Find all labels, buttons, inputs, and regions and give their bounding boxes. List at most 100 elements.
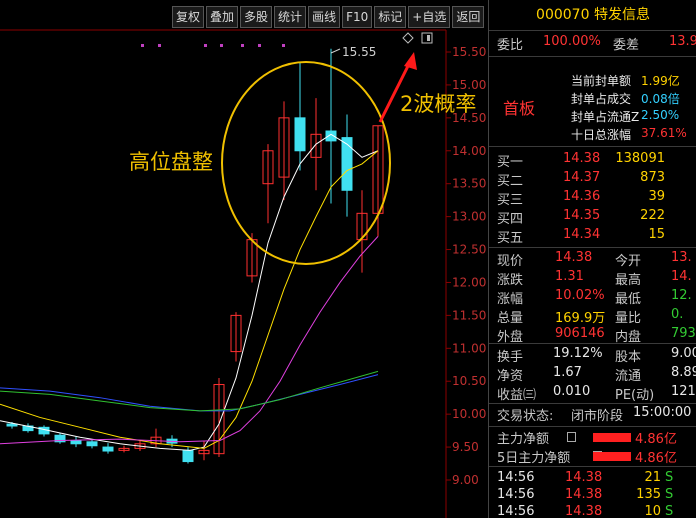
- price-axis-label: 10.50: [452, 374, 486, 388]
- bid-row: 买一 14.38 138091: [489, 151, 696, 171]
- top-marker-dot: [220, 44, 223, 47]
- fundamental-value: 9.00: [671, 346, 696, 361]
- quote-label: 涨幅: [497, 292, 524, 307]
- quote-value: 14.38: [555, 250, 593, 265]
- fundamental-row: 收益㈢ 0.010 PE(动) 121.: [489, 384, 696, 404]
- toolbar-button[interactable]: 返回: [452, 6, 485, 28]
- quote-label: 最低: [615, 292, 642, 307]
- price-axis-label: 11.50: [452, 308, 486, 322]
- candle-bearish: [341, 137, 353, 191]
- ma5-line: [0, 133, 379, 451]
- toolbar-button[interactable]: 叠加: [206, 6, 239, 28]
- tick-row: 14:56 14.38 10 S: [489, 504, 696, 518]
- tick-time: 14:56: [497, 470, 535, 485]
- fundamental-value: 1.67: [553, 365, 582, 380]
- weicha-label: 委差: [613, 38, 640, 53]
- candle-bearish: [70, 439, 82, 445]
- quote-value: 14.: [671, 269, 692, 284]
- quote-label: 量比: [615, 311, 642, 326]
- trade-status-value: 闭市阶段: [571, 409, 624, 424]
- candle-bearish: [102, 446, 114, 452]
- price-axis-label: 12.50: [452, 243, 486, 257]
- toolbar-button[interactable]: 统计: [274, 6, 307, 28]
- fundamental-label: PE(动): [615, 388, 655, 403]
- divider: [489, 30, 696, 31]
- trade-status-time: 15:00:00: [633, 405, 692, 420]
- bid-volume: 15: [648, 227, 665, 242]
- bid-label: 买二: [497, 174, 524, 189]
- divider: [489, 426, 696, 427]
- bid-label: 买四: [497, 212, 524, 227]
- price-axis-label: 9.50: [452, 440, 479, 454]
- flow-row[interactable]: 5日主力净额 4.86亿: [489, 447, 696, 467]
- stock-name: 特发信息: [593, 7, 650, 23]
- price-axis-label: 14.00: [452, 144, 486, 158]
- seal-stat-value: 2.50%: [641, 108, 680, 122]
- tick-volume: 21: [644, 470, 661, 485]
- tick-side: S: [665, 487, 674, 502]
- toolbar-button[interactable]: 复权: [172, 6, 205, 28]
- kline-chart[interactable]: 15.5015.0014.5014.0013.5013.0012.5012.00…: [0, 0, 488, 518]
- toolbar-button[interactable]: F10: [342, 6, 373, 28]
- seal-stat-row: 十日总涨幅 37.61%: [489, 126, 696, 144]
- quote-value: 12.: [671, 288, 692, 303]
- bid-row: 买四 14.35 222: [489, 208, 696, 228]
- consolidation-circle: [221, 61, 391, 265]
- price-axis-label: 13.00: [452, 210, 486, 224]
- toolbar-button[interactable]: +自选: [408, 6, 451, 28]
- tick-price: 14.38: [565, 487, 603, 502]
- quote-value: 1.31: [555, 269, 584, 284]
- top-marker-dot: [141, 44, 144, 47]
- tick-volume: 135: [636, 487, 661, 502]
- bid-label: 买一: [497, 155, 524, 170]
- bid-label: 买三: [497, 193, 524, 208]
- quote-value: 906146: [555, 326, 605, 341]
- quote-row: 涨幅 10.02% 最低 12.: [489, 288, 696, 308]
- price-axis-label: 12.00: [452, 275, 486, 289]
- flow-row[interactable]: 主力净额 4.86亿: [489, 428, 696, 448]
- quote-value: 10.02%: [555, 288, 605, 303]
- bid-price: 14.34: [563, 227, 601, 242]
- divider: [489, 466, 696, 467]
- quote-value: 13.: [671, 250, 692, 265]
- bid-row: 买五 14.34 15: [489, 227, 696, 247]
- annotation-wave: 2波概率: [400, 92, 477, 116]
- tick-price: 14.38: [565, 504, 603, 518]
- trade-status-label: 交易状态:: [497, 409, 554, 424]
- tick-time: 14:56: [497, 504, 535, 518]
- quote-row: 现价 14.38 今开 13.: [489, 250, 696, 270]
- bid-price: 14.37: [563, 170, 601, 185]
- fundamental-label: 流通: [615, 369, 642, 384]
- price-axis-label: 13.50: [452, 177, 486, 191]
- divider: [489, 146, 696, 147]
- seal-stat-label: 封单占流通Z: [571, 110, 640, 124]
- bid-volume: 39: [648, 189, 665, 204]
- toolbar-button[interactable]: 画线: [308, 6, 341, 28]
- quote-value: 169.9万: [555, 311, 606, 326]
- kline-chart-area[interactable]: 15.50 15.00 14.50 14.00 13.50 13.00 12.50 12.00…: [0, 0, 488, 518]
- price-axis-label: 11.00: [452, 341, 486, 355]
- flow-value: 4.86亿: [635, 432, 677, 447]
- seal-stat-row: 当前封单额 1.99亿: [489, 72, 696, 90]
- toolbar-button[interactable]: 标记: [374, 6, 407, 28]
- quote-label: 现价: [497, 254, 524, 269]
- flow-bar: [593, 433, 631, 442]
- candle-bearish: [294, 117, 306, 152]
- fundamental-value: 121.: [671, 384, 696, 399]
- seal-stat-row: 封单占成交 0.08倍: [489, 90, 696, 108]
- quote-label: 今开: [615, 254, 642, 269]
- quote-row: 涨跌 1.31 最高 14.: [489, 269, 696, 289]
- seal-stat-value: 37.61%: [641, 126, 687, 140]
- toolbar-button[interactable]: 多股: [240, 6, 273, 28]
- divider: [489, 56, 696, 57]
- top-marker-dot: [258, 44, 261, 47]
- max-price-label: 15.55: [342, 45, 377, 59]
- divider: [489, 343, 696, 344]
- quote-panel: 000070 特发信息 委比 100.00% 委差 13.9 首板 当前封单额 1…: [488, 0, 696, 518]
- max-price-pointer: [330, 48, 341, 54]
- quote-label: 总量: [497, 311, 524, 326]
- fundamental-row: 换手 19.12% 股本 9.00: [489, 346, 696, 366]
- bid-price: 14.35: [563, 208, 601, 223]
- fundamental-value: 0.010: [553, 384, 591, 399]
- candle-bearish: [6, 423, 18, 427]
